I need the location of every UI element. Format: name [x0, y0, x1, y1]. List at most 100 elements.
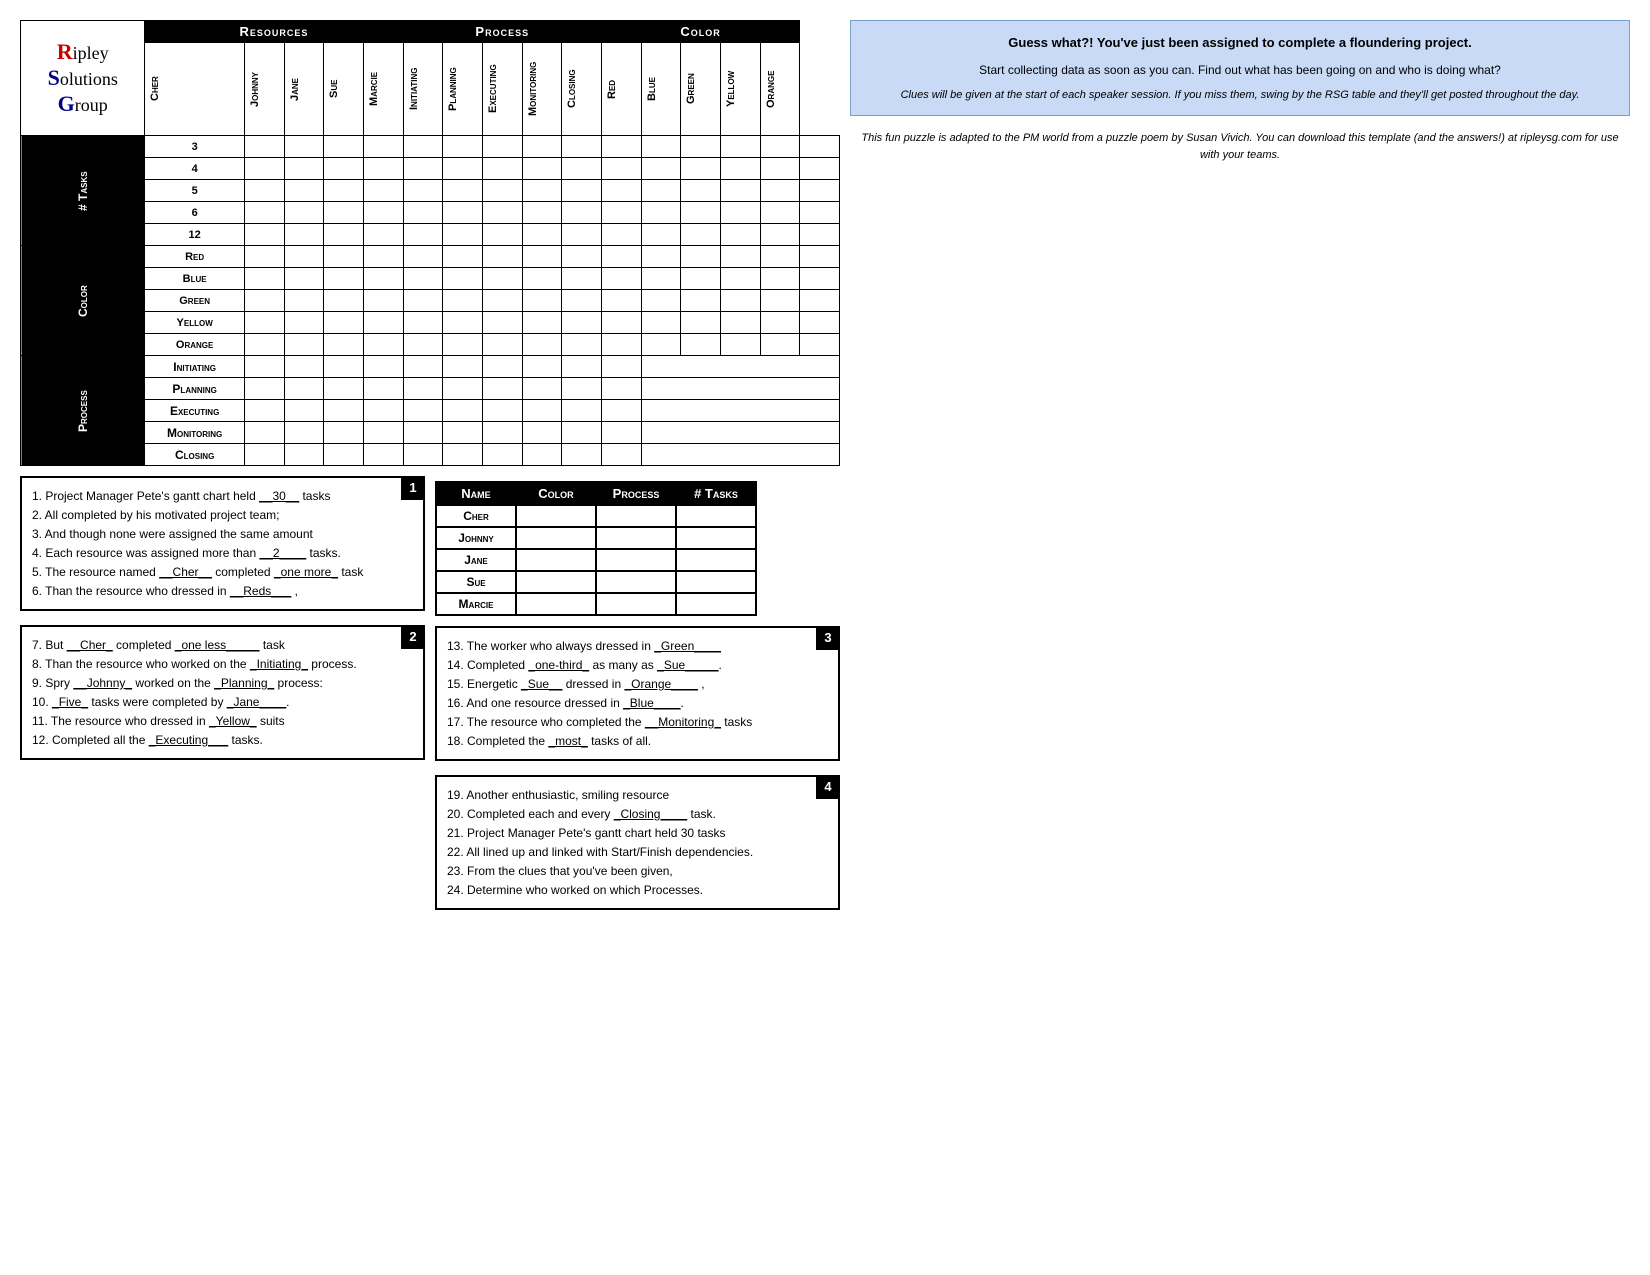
color-header: Color — [601, 21, 799, 43]
col-monitoring: Monitoring — [522, 43, 562, 136]
answer-tasks-johnny[interactable] — [676, 527, 756, 549]
clue-4-1: 19. Another enthusiastic, smiling resour… — [447, 786, 828, 804]
cell[interactable] — [324, 136, 364, 158]
clue-3-6: 18. Completed the _most_ tasks of all. — [447, 732, 828, 750]
clue-2-6: 12. Completed all the _Executing___ task… — [32, 731, 413, 749]
clue-number-4: 4 — [816, 775, 840, 799]
footer-note: This fun puzzle is adapted to the PM wor… — [850, 126, 1630, 167]
row-orange: Orange — [145, 334, 244, 356]
cell[interactable] — [800, 136, 840, 158]
answer-header-tasks: # Tasks — [676, 482, 756, 505]
row-blue: Blue — [145, 268, 244, 290]
cell[interactable] — [403, 136, 443, 158]
answer-process-jane[interactable] — [596, 549, 676, 571]
cell[interactable] — [443, 136, 483, 158]
col-red: Red — [601, 43, 641, 136]
answer-tasks-cher[interactable] — [676, 505, 756, 527]
answer-tasks-jane[interactable] — [676, 549, 756, 571]
cell[interactable] — [760, 136, 800, 158]
clue-3-3: 15. Energetic _Sue__ dressed in _Orange_… — [447, 675, 828, 693]
logo-s: S — [48, 65, 60, 90]
cell[interactable] — [284, 136, 324, 158]
cell[interactable] — [601, 136, 641, 158]
answer-color-johnny[interactable] — [516, 527, 596, 549]
answer-process-sue[interactable] — [596, 571, 676, 593]
answer-process-cher[interactable] — [596, 505, 676, 527]
clue-2-2: 8. Than the resource who worked on the _… — [32, 655, 413, 673]
cell[interactable] — [363, 136, 403, 158]
cell[interactable] — [562, 136, 602, 158]
col-blue: Blue — [641, 43, 681, 136]
clue-4-3: 21. Project Manager Pete's gantt chart h… — [447, 824, 828, 842]
cell[interactable] — [681, 136, 721, 158]
answer-color-cher[interactable] — [516, 505, 596, 527]
clue-2-3: 9. Spry __Johnny_ worked on the _Plannin… — [32, 674, 413, 692]
cell[interactable] — [641, 136, 681, 158]
logo-roup: roup — [75, 95, 108, 115]
row-planning: Planning — [145, 378, 244, 400]
col-sue: Sue — [324, 43, 364, 136]
cell[interactable] — [482, 136, 522, 158]
row-6: 6 — [145, 202, 244, 224]
info-box: Guess what?! You've just been assigned t… — [850, 20, 1630, 116]
answer-name-sue: Sue — [436, 571, 516, 593]
cell[interactable] — [720, 136, 760, 158]
answer-row-johnny: Johnny — [436, 527, 756, 549]
answer-color-marcie[interactable] — [516, 593, 596, 615]
cell[interactable] — [244, 136, 284, 158]
info-body: Start collecting data as soon as you can… — [865, 61, 1615, 79]
cell[interactable] — [522, 136, 562, 158]
row-green: Green — [145, 290, 244, 312]
clue-1-3: 3. And though none were assigned the sam… — [32, 525, 413, 543]
clue-number-3: 3 — [816, 626, 840, 650]
clue-4-5: 23. From the clues that you've been give… — [447, 862, 828, 880]
row-4: 4 — [145, 158, 244, 180]
col-executing: Executing — [482, 43, 522, 136]
col-yellow: Yellow — [720, 43, 760, 136]
answer-color-jane[interactable] — [516, 549, 596, 571]
clue-3-5: 17. The resource who completed the __Mon… — [447, 713, 828, 731]
answer-name-jane: Jane — [436, 549, 516, 571]
clue-box-3: 3 13. The worker who always dressed in _… — [435, 626, 840, 761]
answer-name-marcie: Marcie — [436, 593, 516, 615]
row-5: 5 — [145, 180, 244, 202]
answer-header-color: Color — [516, 482, 596, 505]
clue-box-4: 4 19. Another enthusiastic, smiling reso… — [435, 775, 840, 910]
clue-3-2: 14. Completed _one-third_ as many as _Su… — [447, 656, 828, 674]
row-3: 3 — [145, 136, 244, 158]
answer-table: Name Color Process # Tasks Cher J — [435, 481, 757, 616]
answer-row-jane: Jane — [436, 549, 756, 571]
clue-2-5: 11. The resource who dressed in _Yellow_… — [32, 712, 413, 730]
puzzle-grid: Ripley Solutions Group Resources Process… — [20, 20, 840, 466]
logo-r: R — [57, 39, 73, 64]
row-yellow: Yellow — [145, 312, 244, 334]
clue-2-1: 7. But __Cher_ completed _one less_____ … — [32, 636, 413, 654]
row-closing: Closing — [145, 444, 244, 466]
col-green: Green — [681, 43, 721, 136]
clue-1-1: 1. Project Manager Pete's gantt chart he… — [32, 487, 413, 505]
answer-tasks-marcie[interactable] — [676, 593, 756, 615]
row-initiating: Initiating — [145, 356, 244, 378]
resources-header: Resources — [145, 21, 403, 43]
logo-ipley: ipley — [73, 43, 109, 63]
row-12: 12 — [145, 224, 244, 246]
answer-process-johnny[interactable] — [596, 527, 676, 549]
logo-cell: Ripley Solutions Group — [21, 21, 145, 136]
clue-number-1: 1 — [401, 476, 425, 500]
answer-row-cher: Cher — [436, 505, 756, 527]
tasks-label: # Tasks — [21, 136, 145, 246]
clue-1-5: 5. The resource named __Cher__ completed… — [32, 563, 413, 581]
col-jane: Jane — [284, 43, 324, 136]
answer-header-process: Process — [596, 482, 676, 505]
col-marcie: Marcie — [363, 43, 403, 136]
clue-box-2: 2 7. But __Cher_ completed _one less____… — [20, 625, 425, 760]
answer-row-sue: Sue — [436, 571, 756, 593]
col-johnny: Johnny — [244, 43, 284, 136]
col-closing: Closing — [562, 43, 602, 136]
answer-header-name: Name — [436, 482, 516, 505]
answer-tasks-sue[interactable] — [676, 571, 756, 593]
row-red: Red — [145, 246, 244, 268]
answer-color-sue[interactable] — [516, 571, 596, 593]
answer-process-marcie[interactable] — [596, 593, 676, 615]
color-label: Color — [21, 246, 145, 356]
